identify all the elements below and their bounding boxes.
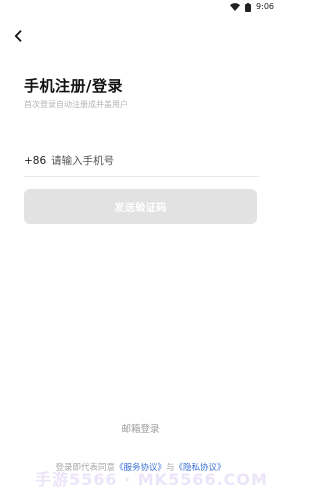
back-button[interactable] [9, 27, 27, 45]
status-time: 9:06 [256, 2, 274, 11]
service-agreement-link[interactable]: 《服务协议》 [115, 463, 166, 473]
page-subtitle: 首次登录自动注册成并盖用户 [24, 100, 128, 109]
send-code-button[interactable]: 发送验证码 [24, 189, 257, 224]
agreement-prefix: 登录即代表同意 [55, 463, 115, 473]
status-bar: 9:06 [0, 0, 281, 14]
chevron-left-icon [14, 30, 22, 42]
email-login-link[interactable]: 邮箱登录 [0, 421, 281, 435]
page-title: 手机注册/登录 [24, 77, 123, 95]
phone-field-row: +86 [24, 148, 259, 174]
status-indicators: 9:06 [230, 2, 274, 12]
wifi-icon [230, 3, 241, 11]
phone-underline [24, 176, 259, 177]
agreement-text: 登录即代表同意《服务协议》与《隐私协议》 [0, 461, 281, 473]
privacy-agreement-link[interactable]: 《隐私协议》 [175, 463, 226, 473]
agreement-and: 与 [166, 463, 175, 473]
battery-icon [245, 2, 252, 12]
country-code[interactable]: +86 [24, 155, 46, 167]
phone-input[interactable] [51, 151, 259, 171]
login-screen: 9:06 手机注册/登录 首次登录自动注册成并盖用户 +86 发送验证码 邮箱登… [0, 0, 281, 500]
